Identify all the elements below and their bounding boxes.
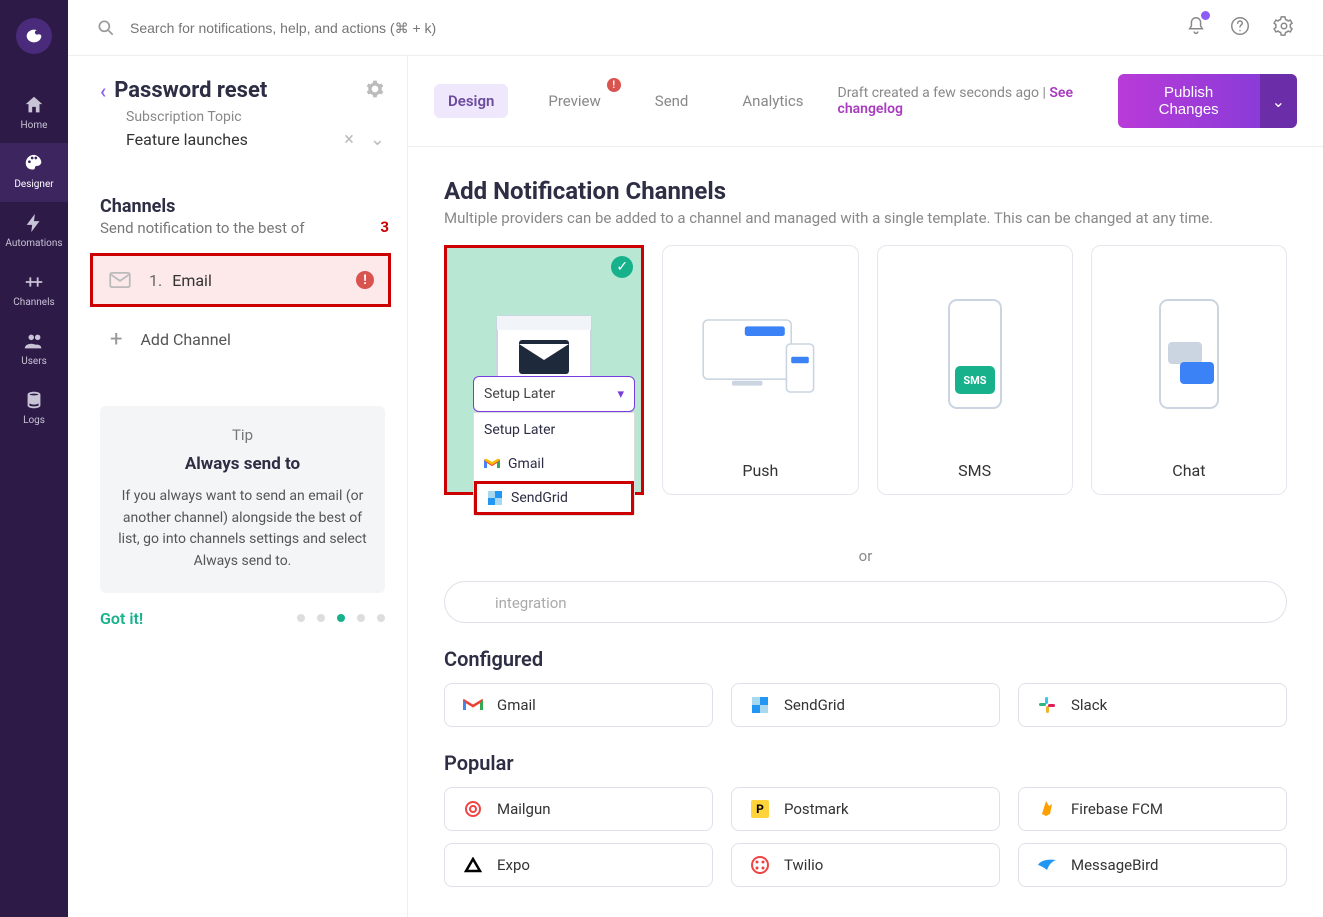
add-channel-button[interactable]: + Add Channel	[100, 327, 385, 352]
svg-text:SMS: SMS	[963, 374, 986, 387]
or-divider: or	[444, 547, 1287, 565]
chat-illustration	[1129, 296, 1249, 416]
pager-dots[interactable]	[297, 614, 385, 622]
firebase-icon	[1037, 799, 1057, 819]
channel-label: Email	[172, 271, 212, 290]
nav-automations[interactable]: Automations	[0, 202, 68, 261]
main-header: Design Preview! Send Analytics Draft cre…	[408, 56, 1323, 147]
provider-select: Setup Later ▾ Setup Later Gmail	[473, 376, 635, 516]
mail-icon	[109, 272, 131, 288]
tip-card: Tip Always send to If you always want to…	[100, 406, 385, 593]
integration-messagebird[interactable]: MessageBird	[1018, 843, 1287, 887]
app-logo	[16, 18, 52, 54]
topic-value: Feature launches	[126, 130, 248, 149]
mailgun-icon	[463, 799, 483, 819]
sendgrid-icon	[750, 695, 770, 715]
annotation-2: 2	[408, 561, 409, 579]
provider-option-setup-later[interactable]: Setup Later	[474, 413, 634, 447]
integration-slack[interactable]: Slack	[1018, 683, 1287, 727]
notification-dot	[1201, 11, 1210, 20]
tip-heading: Always send to	[118, 454, 367, 474]
tip-body: If you always want to send an email (or …	[118, 486, 367, 573]
integration-firebase[interactable]: Firebase FCM	[1018, 787, 1287, 831]
chevron-down-icon: ▾	[617, 387, 624, 402]
channels-desc: Send notification to the best of	[100, 219, 385, 237]
channel-index: 1.	[149, 271, 162, 290]
sms-illustration: SMS	[915, 296, 1035, 416]
search-icon	[96, 18, 116, 38]
postmark-icon: P	[750, 799, 770, 819]
topic-selector[interactable]: Feature launches × ⌄	[126, 129, 385, 150]
integration-search[interactable]: integration	[444, 581, 1287, 623]
tab-send[interactable]: Send	[641, 84, 703, 118]
chevron-down-icon[interactable]: ⌄	[370, 129, 385, 150]
integration-twilio[interactable]: Twilio	[731, 843, 1000, 887]
channel-panel: ‹ Password reset Subscription Topic Feat…	[68, 56, 408, 917]
messagebird-icon	[1037, 855, 1057, 875]
add-channel-label: Add Channel	[140, 330, 230, 349]
expo-icon	[463, 855, 483, 875]
draft-status: Draft created a few seconds ago | See ch…	[838, 85, 1118, 117]
channel-item-email[interactable]: 1. Email !	[90, 253, 391, 307]
integration-gmail[interactable]: Gmail	[444, 683, 713, 727]
clear-topic-icon[interactable]: ×	[344, 129, 354, 150]
check-icon: ✓	[611, 256, 633, 278]
twilio-icon	[750, 855, 770, 875]
integration-mailgun[interactable]: Mailgun	[444, 787, 713, 831]
nav-sidebar: Home Designer Automations Channels Users…	[0, 0, 68, 917]
topbar	[68, 0, 1323, 56]
page-settings-icon[interactable]	[365, 79, 385, 103]
nav-designer[interactable]: Designer	[0, 143, 68, 202]
settings-icon[interactable]	[1273, 15, 1295, 41]
channel-card-chat[interactable]: Chat	[1091, 245, 1287, 495]
subscription-topic-label: Subscription Topic	[126, 109, 385, 125]
gmail-icon	[484, 456, 500, 472]
integration-placeholder: integration	[495, 594, 567, 612]
tab-analytics[interactable]: Analytics	[728, 84, 817, 118]
channel-card-email[interactable]: ✓ Email	[444, 245, 644, 495]
channels-heading: Channels	[100, 196, 385, 217]
publish-dropdown[interactable]: ⌄	[1260, 74, 1297, 128]
provider-option-gmail[interactable]: Gmail	[474, 447, 634, 481]
got-it-button[interactable]: Got it!	[100, 609, 143, 628]
integration-sendgrid[interactable]: SendGrid	[731, 683, 1000, 727]
nav-channels[interactable]: Channels	[0, 261, 68, 320]
channel-card-sms[interactable]: SMS SMS	[877, 245, 1073, 495]
popular-heading: Popular	[444, 751, 1287, 775]
integration-postmark[interactable]: PPostmark	[731, 787, 1000, 831]
push-illustration	[700, 296, 820, 416]
back-button[interactable]: ‹	[100, 79, 106, 103]
nav-home[interactable]: Home	[0, 84, 68, 143]
sendgrid-icon	[487, 490, 503, 506]
tab-preview[interactable]: Preview!	[534, 84, 614, 118]
main-desc: Multiple providers can be added to a cha…	[444, 209, 1287, 227]
tip-label: Tip	[118, 426, 367, 444]
provider-select-button[interactable]: Setup Later ▾	[473, 376, 635, 412]
tab-design[interactable]: Design	[434, 84, 508, 118]
provider-option-sendgrid[interactable]: SendGrid	[474, 481, 634, 515]
nav-users[interactable]: Users	[0, 320, 68, 379]
publish-button[interactable]: Publish Changes	[1118, 74, 1260, 128]
main-title: Add Notification Channels	[444, 177, 1287, 205]
channel-card-push[interactable]: Push	[662, 245, 858, 495]
card-label: SMS	[958, 461, 991, 480]
card-label: Push	[742, 461, 778, 480]
warning-icon: !	[356, 271, 374, 289]
gmail-icon	[463, 695, 483, 715]
configured-heading: Configured	[444, 647, 1287, 671]
main-area: Design Preview! Send Analytics Draft cre…	[408, 56, 1323, 917]
plus-icon: +	[110, 327, 122, 352]
card-label: Chat	[1172, 461, 1205, 480]
notifications-icon[interactable]	[1185, 15, 1207, 41]
page-title: Password reset	[114, 78, 365, 103]
global-search-input[interactable]	[130, 20, 630, 36]
annotation-3: 3	[380, 218, 389, 236]
alert-badge: !	[607, 78, 621, 92]
nav-logs[interactable]: Logs	[0, 379, 68, 438]
slack-icon	[1037, 695, 1057, 715]
integration-expo[interactable]: Expo	[444, 843, 713, 887]
help-icon[interactable]	[1229, 15, 1251, 41]
